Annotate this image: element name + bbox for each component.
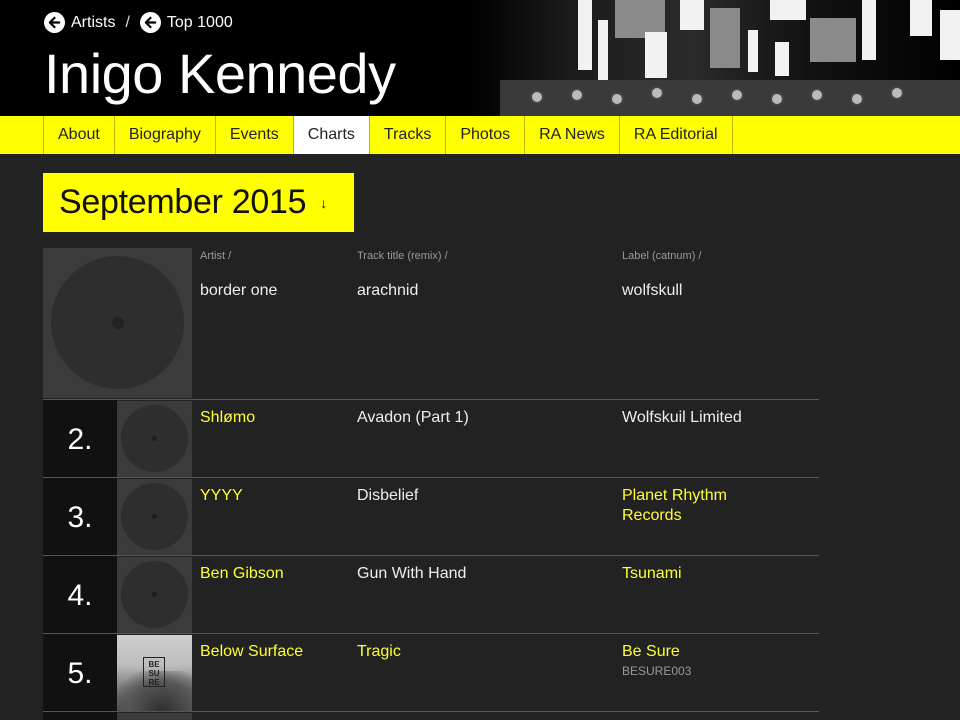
arrow-down-icon: ↓ bbox=[320, 194, 328, 211]
vinyl-hole bbox=[152, 592, 157, 597]
breadcrumb-artists-label: Artists bbox=[71, 13, 116, 31]
rank-cell bbox=[43, 712, 117, 720]
record-label: wolfskull bbox=[622, 282, 683, 299]
breadcrumb-artists[interactable]: Artists bbox=[44, 12, 115, 33]
artist-name: border one bbox=[200, 282, 278, 299]
cover-art-placeholder[interactable] bbox=[117, 557, 192, 633]
track-title: arachnid bbox=[357, 282, 419, 299]
rank-number: 5. bbox=[43, 634, 117, 711]
month-selector[interactable]: September 2015 ↓ bbox=[43, 173, 354, 232]
track-title: Avadon (Part 1) bbox=[357, 409, 469, 426]
rank-number: 3. bbox=[43, 478, 117, 555]
vinyl-hole bbox=[152, 514, 157, 519]
tab-ra-news[interactable]: RA News bbox=[525, 116, 620, 154]
cover-art-placeholder[interactable] bbox=[117, 401, 192, 477]
cover-art-placeholder[interactable] bbox=[43, 248, 192, 398]
cover-art-placeholder[interactable] bbox=[117, 713, 192, 720]
vinyl-hole bbox=[112, 317, 124, 329]
column-header-artist: Artist / bbox=[200, 250, 232, 262]
chart-table: Artist / Track title (remix) / Label (ca… bbox=[43, 248, 819, 720]
label-link[interactable]: Planet Rhythm Records bbox=[622, 486, 752, 526]
month-selector-label: September 2015 bbox=[59, 183, 307, 221]
page-title: Inigo Kennedy bbox=[44, 42, 396, 105]
breadcrumb: Artists / Top 1000 bbox=[44, 12, 233, 33]
tab-photos[interactable]: Photos bbox=[446, 116, 526, 154]
track-title: Gun With Hand bbox=[357, 565, 467, 582]
column-header-track: Track title (remix) / bbox=[357, 250, 448, 262]
tab-biography[interactable]: Biography bbox=[115, 116, 216, 154]
record-label: Wolfskuil Limited bbox=[622, 409, 742, 426]
tab-ra-editorial[interactable]: RA Editorial bbox=[620, 116, 733, 154]
chart-row: 2. Shlømo Avadon (Part 1) Wolfskuil Limi… bbox=[43, 400, 819, 478]
breadcrumb-top-1000-label: Top 1000 bbox=[166, 13, 233, 31]
artist-header: Artists / Top 1000 Inigo Kennedy bbox=[0, 0, 960, 116]
artist-link[interactable]: Ben Gibson bbox=[200, 564, 284, 584]
tab-about[interactable]: About bbox=[44, 116, 115, 154]
tab-charts[interactable]: Charts bbox=[293, 116, 370, 154]
header-photo bbox=[470, 0, 960, 116]
artist-link[interactable]: YYYY bbox=[200, 486, 243, 506]
column-header-label: Label (catnum) / bbox=[622, 250, 702, 262]
chart-row bbox=[43, 712, 819, 720]
vinyl-hole bbox=[152, 436, 157, 441]
cover-art-placeholder[interactable] bbox=[117, 479, 192, 555]
tab-tracks[interactable]: Tracks bbox=[370, 116, 447, 154]
artist-nav: About Biography Events Charts Tracks Pho… bbox=[0, 116, 960, 154]
chart-row: 4. Ben Gibson Gun With Hand Tsunami bbox=[43, 556, 819, 634]
artist-link[interactable]: Shlømo bbox=[200, 408, 255, 428]
label-link[interactable]: Be Sure bbox=[622, 642, 680, 662]
track-link[interactable]: Tragic bbox=[357, 642, 401, 662]
catalog-number: BESURE003 bbox=[622, 664, 692, 678]
chart-row: 5. BE SU RE Below Surface Tragic Be Sure… bbox=[43, 634, 819, 712]
breadcrumb-separator: / bbox=[125, 13, 130, 31]
breadcrumb-top-1000[interactable]: Top 1000 bbox=[139, 12, 233, 33]
chart-row: 3. YYYY Disbelief Planet Rhythm Records bbox=[43, 478, 819, 556]
label-link[interactable]: Tsunami bbox=[622, 564, 682, 584]
track-title: Disbelief bbox=[357, 487, 419, 504]
rank-number: 2. bbox=[43, 400, 117, 477]
artist-link[interactable]: Below Surface bbox=[200, 642, 303, 662]
chart-row-1: Artist / Track title (remix) / Label (ca… bbox=[43, 248, 819, 400]
cover-art-be-sure[interactable]: BE SU RE bbox=[117, 635, 192, 711]
be-sure-logo: BE SU RE bbox=[143, 657, 165, 687]
arrow-left-icon bbox=[139, 12, 161, 33]
tab-events[interactable]: Events bbox=[216, 116, 294, 154]
rank-number: 4. bbox=[43, 556, 117, 633]
arrow-left-icon bbox=[44, 12, 65, 33]
